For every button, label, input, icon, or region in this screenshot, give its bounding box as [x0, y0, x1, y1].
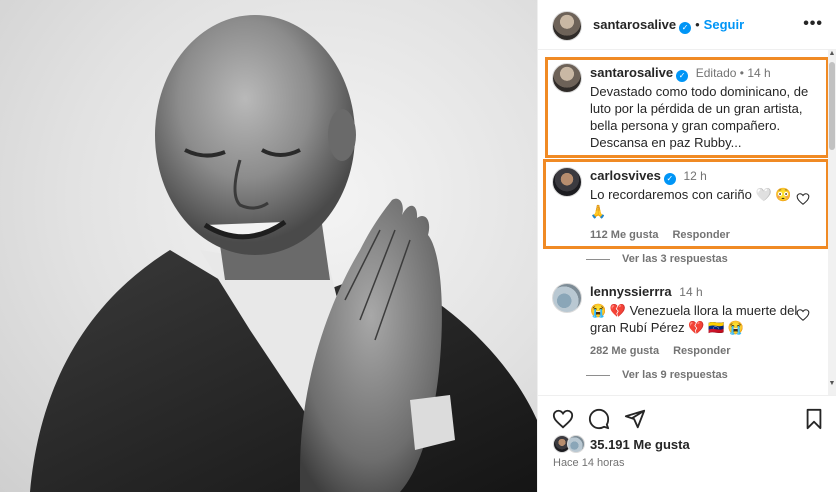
- more-options-icon[interactable]: •••: [803, 15, 823, 33]
- comment-highlight-box: [543, 159, 829, 249]
- comment-username[interactable]: lennyssierrra: [590, 284, 672, 299]
- author-line: santarosalive ✓ • Seguir: [593, 17, 744, 34]
- scroll-up-arrow-icon[interactable]: ▲: [828, 50, 836, 57]
- verified-badge-icon: ✓: [679, 22, 692, 34]
- scrollbar-thumb[interactable]: [829, 62, 835, 150]
- comment-avatar[interactable]: [552, 283, 582, 313]
- view-replies-button[interactable]: Ver las 9 respuestas: [586, 369, 728, 381]
- scroll-down-arrow-icon[interactable]: ▼: [828, 380, 836, 387]
- comment-time[interactable]: 14 h: [679, 285, 702, 299]
- author-avatar[interactable]: [552, 11, 582, 41]
- bookmark-icon[interactable]: [803, 408, 825, 430]
- post-side-panel: santarosalive ✓ • Seguir ••• santarosalive ✓…: [537, 0, 836, 492]
- heart-icon[interactable]: [552, 408, 574, 430]
- separator-dot: •: [695, 17, 700, 32]
- post-timestamp: Hace 14 horas: [553, 457, 625, 469]
- post-likes-count[interactable]: 35.191 Me gusta: [590, 437, 690, 452]
- view-replies-button[interactable]: Ver las 3 respuestas: [586, 253, 728, 265]
- reply-button[interactable]: Responder: [673, 345, 730, 357]
- comment-meta: 282 Me gusta Responder: [590, 345, 800, 357]
- caption-highlight-box: [545, 57, 829, 158]
- author-username[interactable]: santarosalive: [593, 17, 676, 32]
- post-photo[interactable]: [0, 0, 537, 492]
- comment-text: 😭 💔 Venezuela llora la muerte del gran R…: [590, 303, 798, 335]
- comment-heart-icon[interactable]: [796, 308, 810, 322]
- post-header: santarosalive ✓ • Seguir •••: [538, 0, 836, 50]
- share-icon[interactable]: [624, 408, 646, 430]
- follow-button[interactable]: Seguir: [704, 17, 744, 32]
- comment-body: lennyssierrra 14 h 😭 💔 Venezuela llora l…: [590, 283, 800, 357]
- post-photo-illustration: [30, 15, 537, 492]
- comment-icon[interactable]: [588, 408, 610, 430]
- comment-likes[interactable]: 282 Me gusta: [590, 345, 659, 357]
- liker-avatar[interactable]: [567, 435, 585, 453]
